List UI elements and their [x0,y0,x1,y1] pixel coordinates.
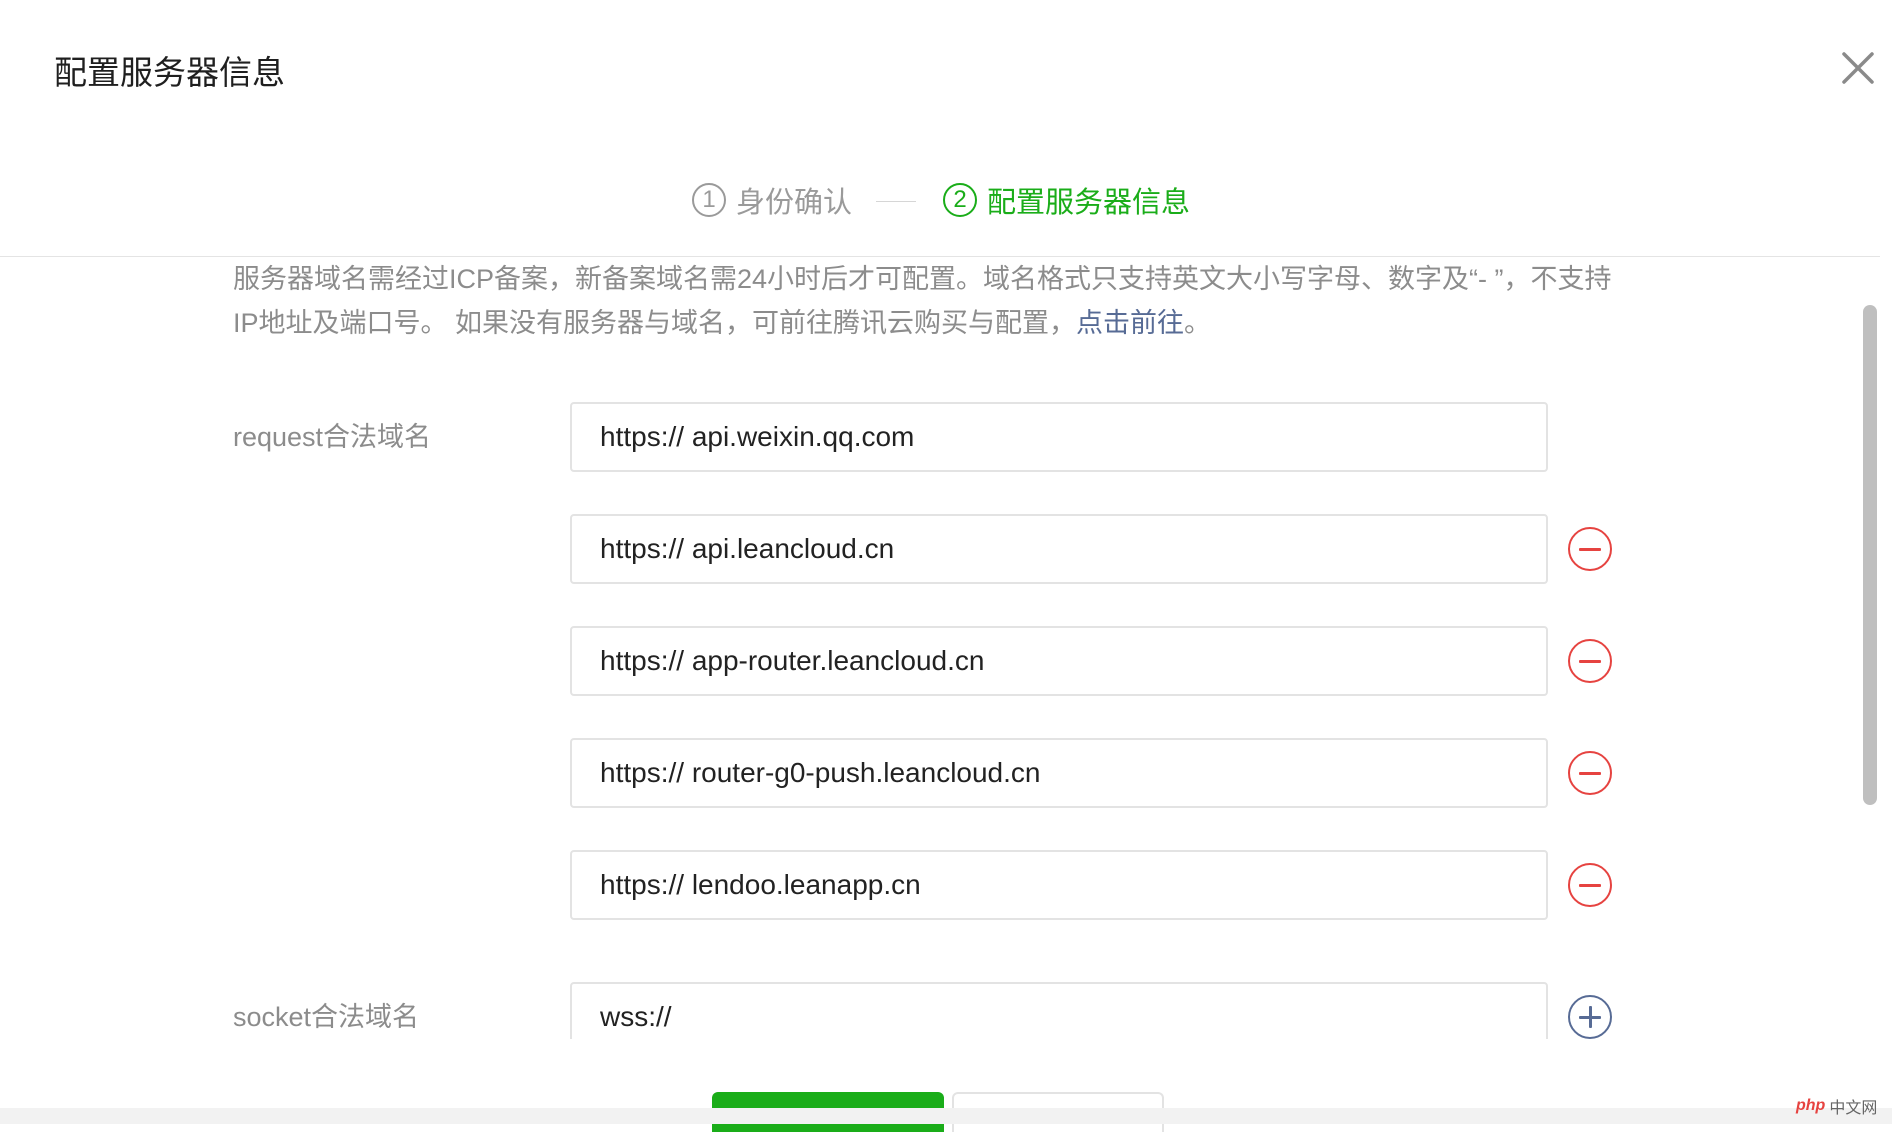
buy-link[interactable]: 点击前往 [1076,308,1184,338]
scroll-content[interactable]: 服务器域名需经过ICP备案，新备案域名需24小时后才可配置。域名格式只支持英文大… [0,257,1860,1039]
minus-icon [1579,659,1601,663]
step-number: 2 [943,183,977,217]
minus-icon [1579,771,1601,775]
close-icon[interactable] [1838,48,1878,88]
dialog-footer [0,1039,1892,1109]
step-server-config: 2 配置服务器信息 [943,180,1190,220]
plus-icon-vertical [1588,1006,1592,1028]
request-domain-input[interactable]: https:// router-g0-push.leancloud.cn [570,738,1548,808]
socket-domain-label: socket合法域名 [233,1002,420,1032]
dialog-title: 配置服务器信息 [54,54,285,91]
minus-icon [1579,883,1601,887]
step-label: 身份确认 [736,187,853,219]
step-connector [876,201,916,202]
remove-domain-button[interactable] [1568,639,1612,683]
remove-domain-button[interactable] [1568,527,1612,571]
step-indicator: 1 身份确认 2 配置服务器信息 [0,180,1892,220]
step-identity: 1 身份确认 [692,180,852,220]
socket-domain-input[interactable]: wss:// [570,982,1548,1039]
scrollbar-thumb[interactable] [1863,305,1877,805]
bottom-strip [0,1108,1892,1124]
notice-suffix: 。 [1184,308,1212,338]
config-dialog: 配置服务器信息 1 身份确认 2 配置服务器信息 服务器域名需经过ICP备案，新… [0,0,1892,1132]
watermark-logo: php [1796,1097,1826,1114]
request-domain-input[interactable]: https:// lendoo.leanapp.cn [570,850,1548,920]
notice-body: 服务器域名需经过ICP备案，新备案域名需24小时后才可配置。域名格式只支持英文大… [233,264,1612,338]
notice-text: 服务器域名需经过ICP备案，新备案域名需24小时后才可配置。域名格式只支持英文大… [233,257,1633,345]
minus-icon [1579,547,1601,551]
request-domain-input[interactable]: https:// api.leancloud.cn [570,514,1548,584]
watermark-text: 中文网 [1829,1100,1878,1117]
remove-domain-button[interactable] [1568,863,1612,907]
add-domain-button[interactable] [1568,995,1612,1039]
step-number: 1 [692,183,726,217]
watermark: php 中文网 [1796,1094,1877,1118]
request-domain-input[interactable]: https:// api.weixin.qq.com [570,402,1548,472]
step-label: 配置服务器信息 [987,187,1191,219]
request-domain-input[interactable]: https:// app-router.leancloud.cn [570,626,1548,696]
remove-domain-button[interactable] [1568,751,1612,795]
request-domain-label: request合法域名 [233,422,432,452]
